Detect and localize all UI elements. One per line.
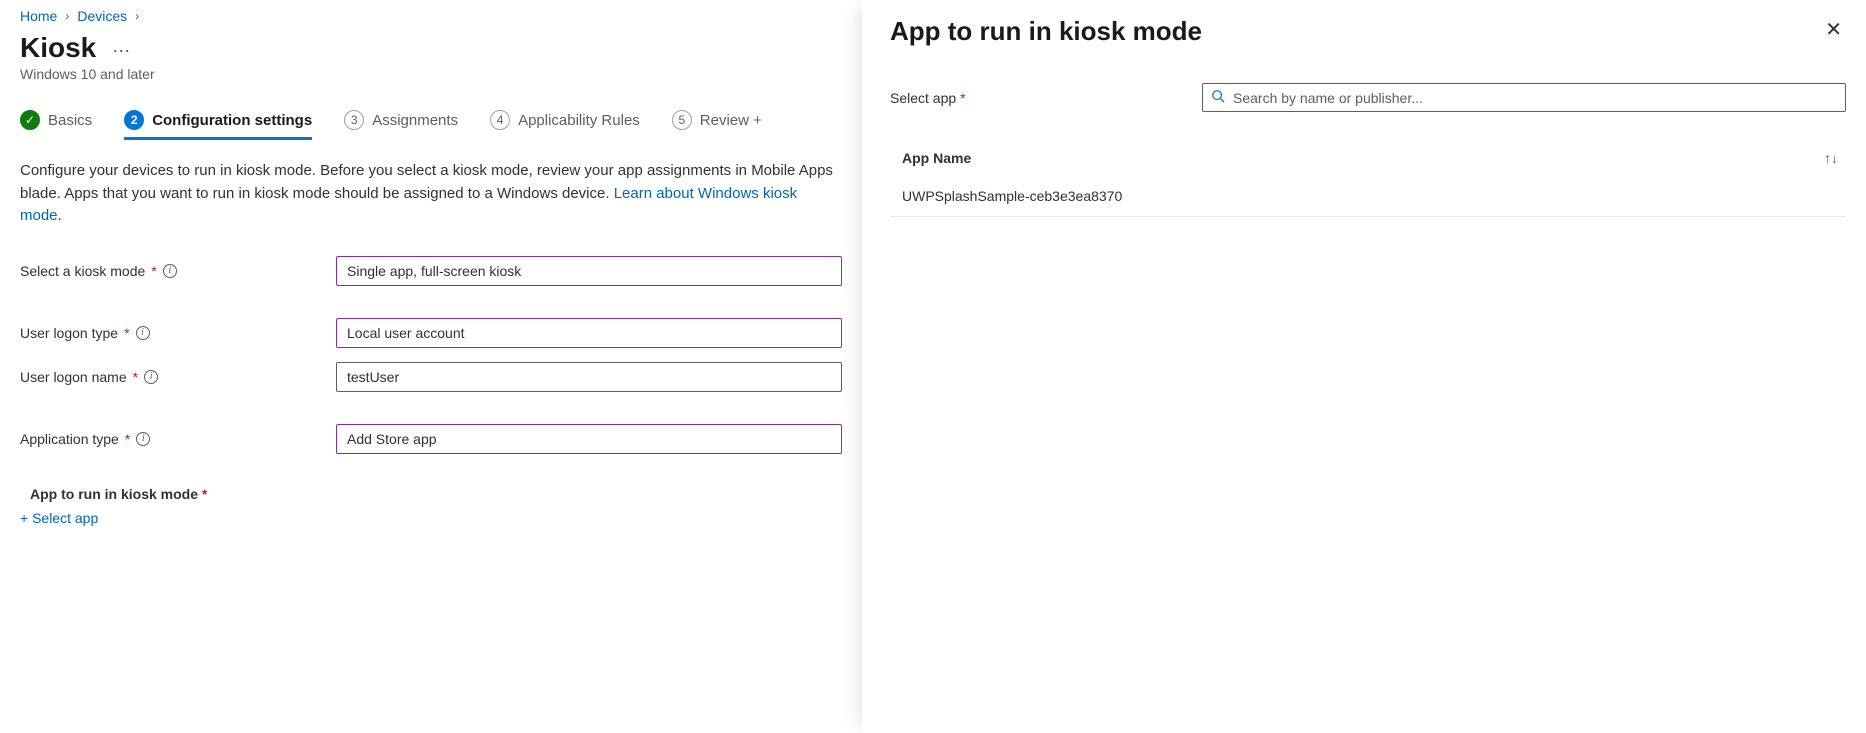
table-header: App Name ↑↓: [890, 140, 1846, 176]
tab-applicability-rules[interactable]: 4 Applicability Rules: [490, 110, 640, 138]
info-icon[interactable]: i: [163, 264, 177, 278]
tab-configuration-settings[interactable]: 2 Configuration settings: [124, 110, 312, 138]
panel-title: App to run in kiosk mode: [890, 16, 1202, 47]
step-4-icon: 4: [490, 110, 510, 130]
search-icon: [1211, 89, 1225, 106]
tab-review[interactable]: 5 Review +: [672, 110, 762, 138]
search-box[interactable]: [1202, 83, 1846, 112]
logon-name-input[interactable]: [336, 362, 842, 392]
search-input[interactable]: [1233, 90, 1837, 106]
kiosk-mode-label: Select a kiosk mode * i: [20, 263, 336, 279]
select-app-link[interactable]: + Select app: [20, 510, 98, 526]
info-icon[interactable]: i: [144, 370, 158, 384]
tab-basics[interactable]: ✓ Basics: [20, 110, 92, 138]
step-2-icon: 2: [124, 110, 144, 130]
info-icon[interactable]: i: [136, 432, 150, 446]
app-to-run-heading: App to run in kiosk mode *: [20, 486, 842, 502]
table-row[interactable]: UWPSplashSample-ceb3e3ea8370: [890, 178, 1846, 217]
wizard-tabs: ✓ Basics 2 Configuration settings 3 Assi…: [20, 110, 842, 138]
breadcrumb: Home › Devices ›: [20, 8, 842, 24]
breadcrumb-devices[interactable]: Devices: [77, 8, 127, 24]
select-app-label: Select app *: [890, 90, 1202, 106]
step-5-icon: 5: [672, 110, 692, 130]
description-text: Configure your devices to run in kiosk m…: [20, 160, 842, 228]
column-app-name[interactable]: App Name: [902, 150, 971, 166]
more-icon[interactable]: ⋯: [112, 41, 131, 62]
check-icon: ✓: [20, 110, 40, 130]
chevron-right-icon: ›: [65, 9, 69, 23]
app-selection-panel: App to run in kiosk mode ✕ Select app * …: [862, 0, 1866, 733]
logon-name-label: User logon name * i: [20, 369, 336, 385]
application-type-select[interactable]: Add Store app: [336, 424, 842, 454]
kiosk-mode-select[interactable]: Single app, full-screen kiosk: [336, 256, 842, 286]
application-type-label: Application type * i: [20, 431, 336, 447]
breadcrumb-home[interactable]: Home: [20, 8, 57, 24]
page-subtitle: Windows 10 and later: [20, 66, 842, 82]
close-icon[interactable]: ✕: [1821, 16, 1846, 44]
tab-assignments[interactable]: 3 Assignments: [344, 110, 458, 138]
logon-type-select[interactable]: Local user account: [336, 318, 842, 348]
logon-type-label: User logon type * i: [20, 325, 336, 341]
info-icon[interactable]: i: [136, 326, 150, 340]
step-3-icon: 3: [344, 110, 364, 130]
sort-icon[interactable]: ↑↓: [1824, 150, 1838, 166]
chevron-right-icon: ›: [135, 9, 139, 23]
page-title: Kiosk: [20, 32, 96, 64]
